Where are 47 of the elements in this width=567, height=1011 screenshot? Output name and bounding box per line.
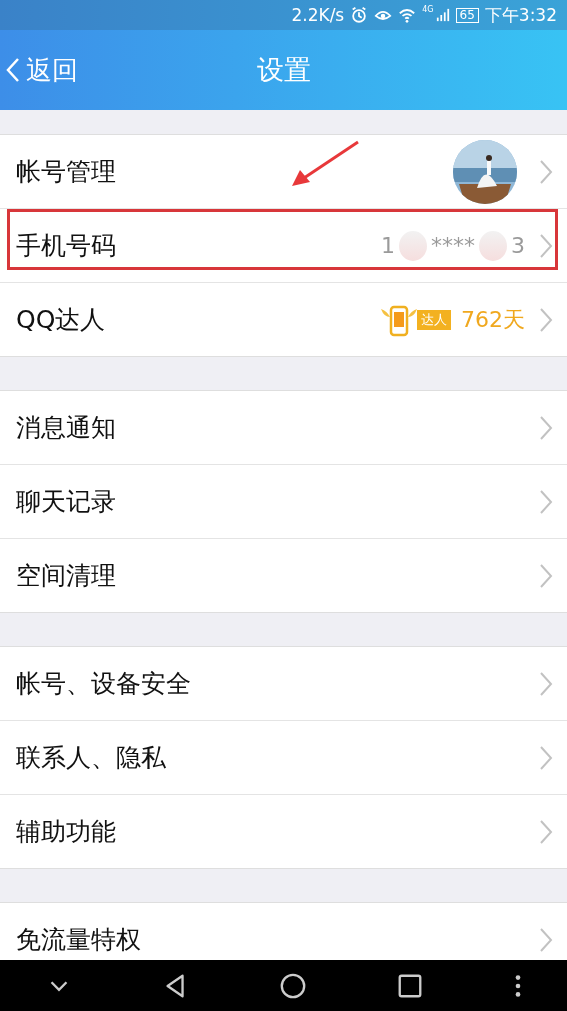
row-label: 免流量特权 xyxy=(16,924,141,956)
signal-icon xyxy=(435,8,450,22)
network-speed: 2.2K/s xyxy=(291,5,345,25)
row-label: 联系人、隐私 xyxy=(16,742,166,774)
settings-row[interactable]: 联系人、隐私 xyxy=(0,720,567,794)
phone-number-start: 1 xyxy=(381,233,395,258)
row-label: 辅助功能 xyxy=(16,816,116,848)
days-count: 762天 xyxy=(461,305,525,334)
settings-row[interactable]: 帐号、设备安全 xyxy=(0,647,567,720)
chevron-icon xyxy=(539,158,553,185)
phone-number-end: 3 xyxy=(511,233,525,258)
row-label: 手机号码 xyxy=(16,230,116,262)
settings-row[interactable]: 消息通知 xyxy=(0,391,567,464)
back-icon xyxy=(6,56,20,84)
settings-row[interactable]: 手机号码 1 **** 3 xyxy=(0,208,567,282)
row-label: 聊天记录 xyxy=(16,486,116,518)
row-label: 消息通知 xyxy=(16,412,116,444)
chevron-icon xyxy=(539,818,553,845)
alarm-icon xyxy=(350,6,369,24)
row-label: 帐号管理 xyxy=(16,156,116,188)
chevron-icon xyxy=(539,232,553,259)
blur-mark xyxy=(399,230,427,261)
row-label: 帐号、设备安全 xyxy=(16,668,191,700)
settings-row[interactable]: 辅助功能 xyxy=(0,794,567,868)
clock: 下午3:32 xyxy=(484,3,557,27)
chevron-icon xyxy=(539,414,553,441)
settings-row[interactable]: 空间清理 xyxy=(0,538,567,612)
chevron-icon xyxy=(539,562,553,589)
battery-level: 65 xyxy=(455,7,479,23)
chevron-icon xyxy=(539,926,553,953)
chevron-icon xyxy=(539,744,553,771)
chevron-icon xyxy=(539,306,553,333)
chevron-icon xyxy=(539,670,553,697)
network-type: 4G xyxy=(422,5,434,14)
page-title: 设置 xyxy=(256,53,311,87)
blur-mark xyxy=(479,230,507,261)
settings-row[interactable]: QQ达人 达人 762天 xyxy=(0,282,567,356)
home-circle-icon[interactable] xyxy=(278,971,307,1000)
wifi-icon xyxy=(398,6,417,24)
settings-row[interactable]: 聊天记录 xyxy=(0,464,567,538)
chevron-icon xyxy=(539,488,553,515)
settings-row[interactable]: 免流量特权 xyxy=(0,903,567,960)
expert-badge: 达人 xyxy=(417,309,451,330)
row-label: 空间清理 xyxy=(16,560,116,592)
phone-number-mask: **** xyxy=(431,233,475,258)
row-label: QQ达人 xyxy=(16,304,106,336)
settings-row[interactable]: 帐号管理 xyxy=(0,135,567,208)
